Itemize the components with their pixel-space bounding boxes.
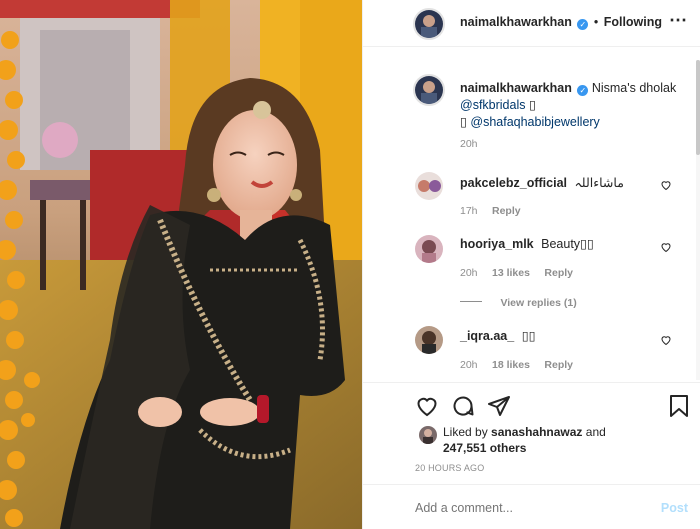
comment-avatar-image <box>415 326 443 354</box>
caption-glyph-2: ▯ <box>460 115 467 129</box>
view-replies-label[interactable]: View replies (1) <box>500 297 576 309</box>
caption-avatar[interactable] <box>413 74 445 106</box>
comment-line: hooriya_mlk Beauty▯▯ <box>460 236 594 251</box>
caption-glyph-1: ▯ <box>528 98 536 112</box>
caption-avatar-image <box>415 76 443 104</box>
comment-line: pakcelebz_official ماشاءاللہ <box>460 175 624 190</box>
comment-avatar-image <box>415 172 443 200</box>
comment-username[interactable]: pakcelebz_official <box>460 176 567 190</box>
verified-icon: ✓ <box>577 19 589 30</box>
comment-meta: 17h Reply <box>460 201 521 219</box>
comment-likes[interactable]: 13 likes <box>492 267 530 279</box>
comment-time: 20h <box>460 267 478 279</box>
bookmark-icon[interactable] <box>668 394 690 418</box>
mention-sfkbridals[interactable]: @sfkbridals <box>460 98 526 112</box>
share-icon[interactable] <box>487 394 511 418</box>
view-replies-line <box>460 301 482 303</box>
comment-username[interactable]: _iqra.aa_ <box>460 329 514 343</box>
heart-icon[interactable] <box>660 334 672 346</box>
comment-reply-button[interactable]: Reply <box>544 359 573 371</box>
like-heart-icon[interactable] <box>415 394 439 418</box>
avatar-image <box>415 10 443 38</box>
comment-avatar[interactable] <box>415 235 443 263</box>
liked-by-avatar[interactable] <box>419 426 437 444</box>
comment-meta: 20h 13 likes Reply <box>460 263 573 281</box>
liked-by-prefix: Liked by <box>443 425 488 439</box>
actions-divider <box>363 382 700 383</box>
comment-time: 20h <box>460 359 478 371</box>
comment-box-divider <box>363 484 700 485</box>
post-photo[interactable] <box>0 0 362 529</box>
post-photo-image <box>0 0 362 529</box>
comment-text: ▯▯ <box>521 329 536 343</box>
caption-verified-icon: ✓ <box>577 85 589 96</box>
header-line: naimalkhawarkhan ✓ • Following <box>460 15 662 30</box>
post-header: naimalkhawarkhan ✓ • Following ⋯ <box>363 0 700 46</box>
caption-text: naimalkhawarkhan ✓ Nisma's dholak @sfkbr… <box>460 80 685 131</box>
header-separator: • <box>593 15 599 29</box>
caption-username[interactable]: naimalkhawarkhan <box>460 81 572 95</box>
post-timestamp[interactable]: 20 HOURS AGO <box>415 463 484 473</box>
liked-by-avatar-image <box>419 426 437 444</box>
instagram-post-view: naimalkhawarkhan ✓ • Following ⋯ naimalk… <box>0 0 700 529</box>
mention-shafaqhabibjewellery[interactable]: @shafaqhabibjewellery <box>470 115 599 129</box>
comment-reply-button[interactable]: Reply <box>492 205 521 217</box>
liked-by-user[interactable]: sanashahnawaz <box>491 425 582 439</box>
comment-likes[interactable]: 18 likes <box>492 359 530 371</box>
liked-by-text: Liked by sanashahnawaz and 247,551 other… <box>443 424 643 456</box>
likes-count[interactable]: 247,551 others <box>443 441 526 455</box>
post-side-panel: naimalkhawarkhan ✓ • Following ⋯ naimalk… <box>362 0 700 529</box>
comment-avatar[interactable] <box>415 172 443 200</box>
comment-text: ماشاءاللہ <box>574 176 624 190</box>
comment-line: _iqra.aa_ ▯▯ <box>460 328 535 343</box>
post-comment-button[interactable]: Post <box>661 501 688 515</box>
comment-avatar[interactable] <box>415 326 443 354</box>
comment-text: Beauty▯▯ <box>541 237 594 251</box>
heart-icon[interactable] <box>660 179 672 191</box>
more-options-icon[interactable]: ⋯ <box>669 10 688 31</box>
add-comment-input[interactable] <box>415 497 645 519</box>
heart-icon[interactable] <box>660 241 672 253</box>
comment-avatar-image <box>415 235 443 263</box>
comment-meta: 20h 18 likes Reply <box>460 355 573 373</box>
header-username[interactable]: naimalkhawarkhan <box>460 15 572 29</box>
author-avatar[interactable] <box>413 8 445 40</box>
comment-time: 17h <box>460 205 478 217</box>
comments-scrollbar-thumb[interactable] <box>696 60 700 155</box>
view-replies[interactable]: View replies (1) <box>460 293 577 311</box>
follow-button[interactable]: Following <box>604 15 662 29</box>
comment-username[interactable]: hooriya_mlk <box>460 237 534 251</box>
caption-time: 20h <box>460 138 478 150</box>
comment-reply-button[interactable]: Reply <box>544 267 573 279</box>
liked-by-and: and <box>585 425 606 439</box>
caption-body: Nisma's dholak <box>591 81 677 95</box>
comment-icon[interactable] <box>451 394 475 418</box>
header-divider <box>363 46 700 47</box>
